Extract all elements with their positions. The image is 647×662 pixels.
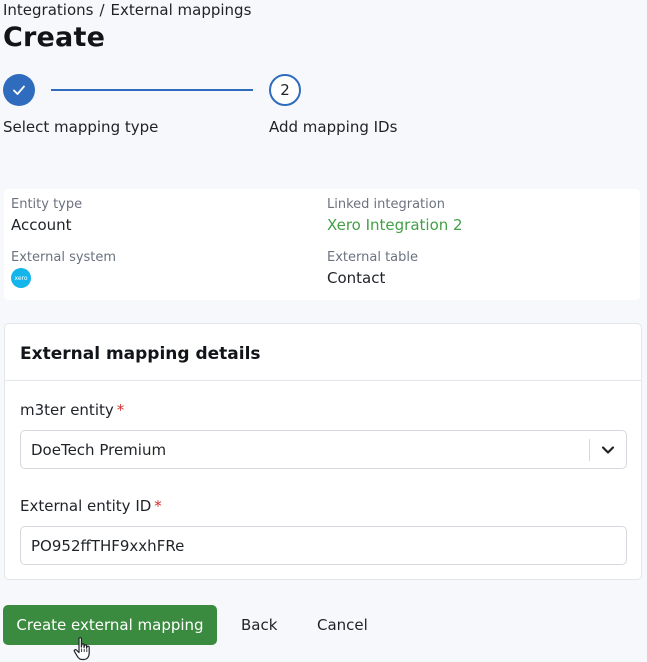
back-button[interactable]: Back <box>241 605 277 645</box>
linked-integration-field: Linked integration Xero Integration 2 <box>327 197 463 234</box>
required-mark: * <box>154 497 162 515</box>
xero-logo-icon: xero <box>11 268 31 288</box>
step-2-indicator: 2 <box>269 74 301 106</box>
select-separator <box>589 439 590 461</box>
create-external-mapping-button[interactable]: Create external mapping <box>3 605 217 645</box>
linked-integration-label: Linked integration <box>327 197 445 212</box>
step-1-label[interactable]: Select mapping type <box>3 118 158 136</box>
step-2-label: Add mapping IDs <box>269 118 398 136</box>
external-entity-id-input[interactable] <box>20 526 627 565</box>
external-table-field: External table Contact <box>327 250 418 287</box>
m3ter-entity-select[interactable]: DoeTech Premium <box>20 430 627 469</box>
external-table-label: External table <box>327 250 418 265</box>
check-icon <box>13 85 25 95</box>
cancel-button[interactable]: Cancel <box>317 605 368 645</box>
entity-type-label: Entity type <box>11 197 83 212</box>
details-divider <box>5 380 641 381</box>
page-title: Create <box>3 22 106 53</box>
external-system-field: External system xero <box>11 250 116 288</box>
breadcrumb-item-integrations[interactable]: Integrations <box>3 1 93 19</box>
breadcrumb-separator: / <box>99 1 105 19</box>
external-mapping-details-card: External mapping details m3ter entity * D… <box>4 323 642 580</box>
step-connector <box>51 89 253 91</box>
external-table-value: Contact <box>327 269 386 287</box>
external-entity-id-label-text: External entity ID <box>20 497 152 515</box>
m3ter-entity-label-text: m3ter entity <box>20 401 114 419</box>
hand-pointer-cursor-icon <box>73 637 90 661</box>
linked-integration-link[interactable]: Xero Integration 2 <box>327 216 463 234</box>
chevron-down-icon[interactable] <box>599 442 617 458</box>
required-mark: * <box>116 401 125 419</box>
m3ter-entity-label: m3ter entity * <box>20 401 124 419</box>
step-1-indicator[interactable] <box>3 74 35 106</box>
breadcrumb-item-external-mappings[interactable]: External mappings <box>111 1 252 19</box>
external-system-label: External system <box>11 250 117 265</box>
entity-type-field: Entity type Account <box>11 197 82 234</box>
entity-type-value: Account <box>11 216 72 234</box>
external-entity-id-label: External entity ID * <box>20 497 162 515</box>
summary-card: Entity type Account Linked integration X… <box>4 189 640 300</box>
details-title: External mapping details <box>20 344 261 364</box>
breadcrumb: Integrations / External mappings <box>3 1 251 19</box>
m3ter-entity-selected-value: DoeTech Premium <box>31 441 167 459</box>
xero-logo-text: xero <box>14 274 28 282</box>
